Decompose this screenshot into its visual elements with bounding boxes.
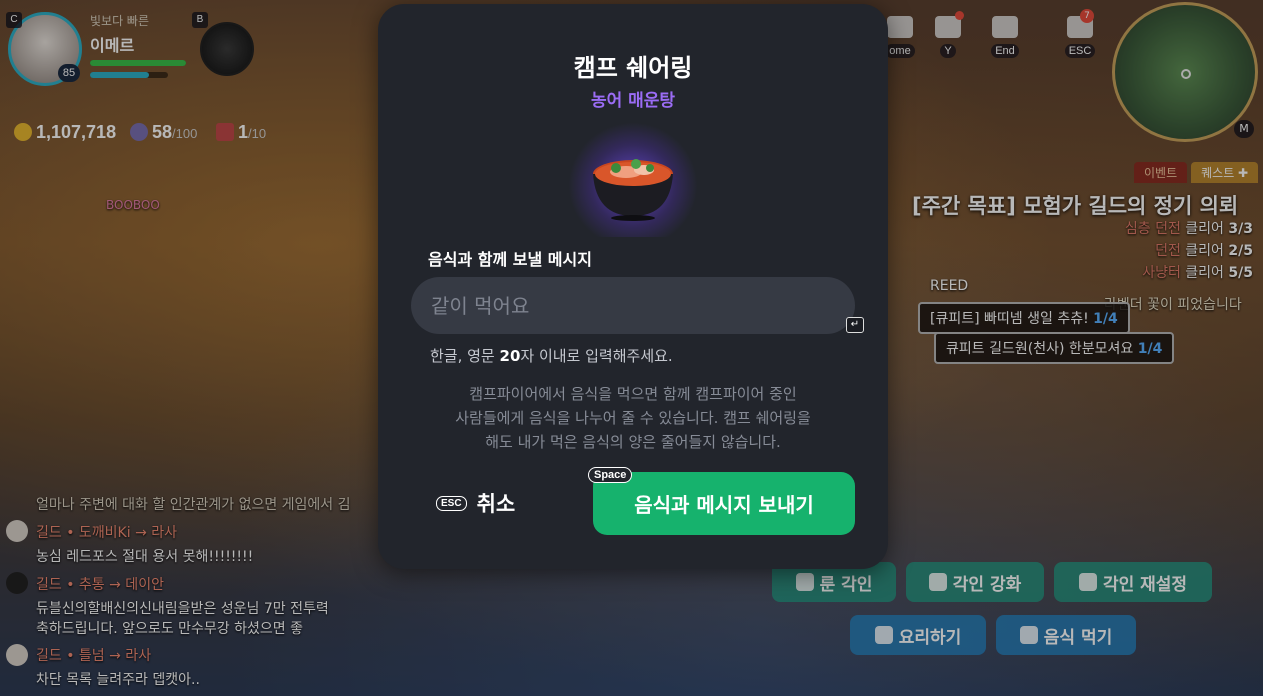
camp-sharing-dialog: 캠프 쉐어링 농어 매운탕 음식과 함께 보낼 메시지 ↵ 한글, 영문 20자… (378, 4, 888, 569)
send-food-message-button[interactable]: 음식과 메시지 보내기 (593, 472, 855, 535)
cancel-label: 취소 (476, 492, 516, 516)
dialog-description: 캠프파이어에서 음식을 먹으면 함께 캠프파이어 중인 사람들에게 음식을 나누… (455, 385, 811, 451)
message-field-label: 음식과 함께 보낼 메시지 (428, 250, 592, 269)
dialog-title: 캠프 쉐어링 (573, 54, 693, 82)
cancel-button[interactable]: ESC 취소 (436, 482, 515, 524)
input-hint: 한글, 영문 20자 이내로 입력해주세요. (430, 347, 673, 365)
space-key-hint: Space (588, 467, 633, 483)
enter-key-icon[interactable]: ↵ (846, 317, 864, 333)
esc-key-hint: ESC (436, 495, 467, 511)
message-input[interactable] (411, 277, 855, 334)
spicy-fish-stew-icon (593, 159, 673, 221)
send-label: 음식과 메시지 보내기 (634, 493, 814, 517)
food-name: 농어 매운탕 (590, 91, 676, 111)
